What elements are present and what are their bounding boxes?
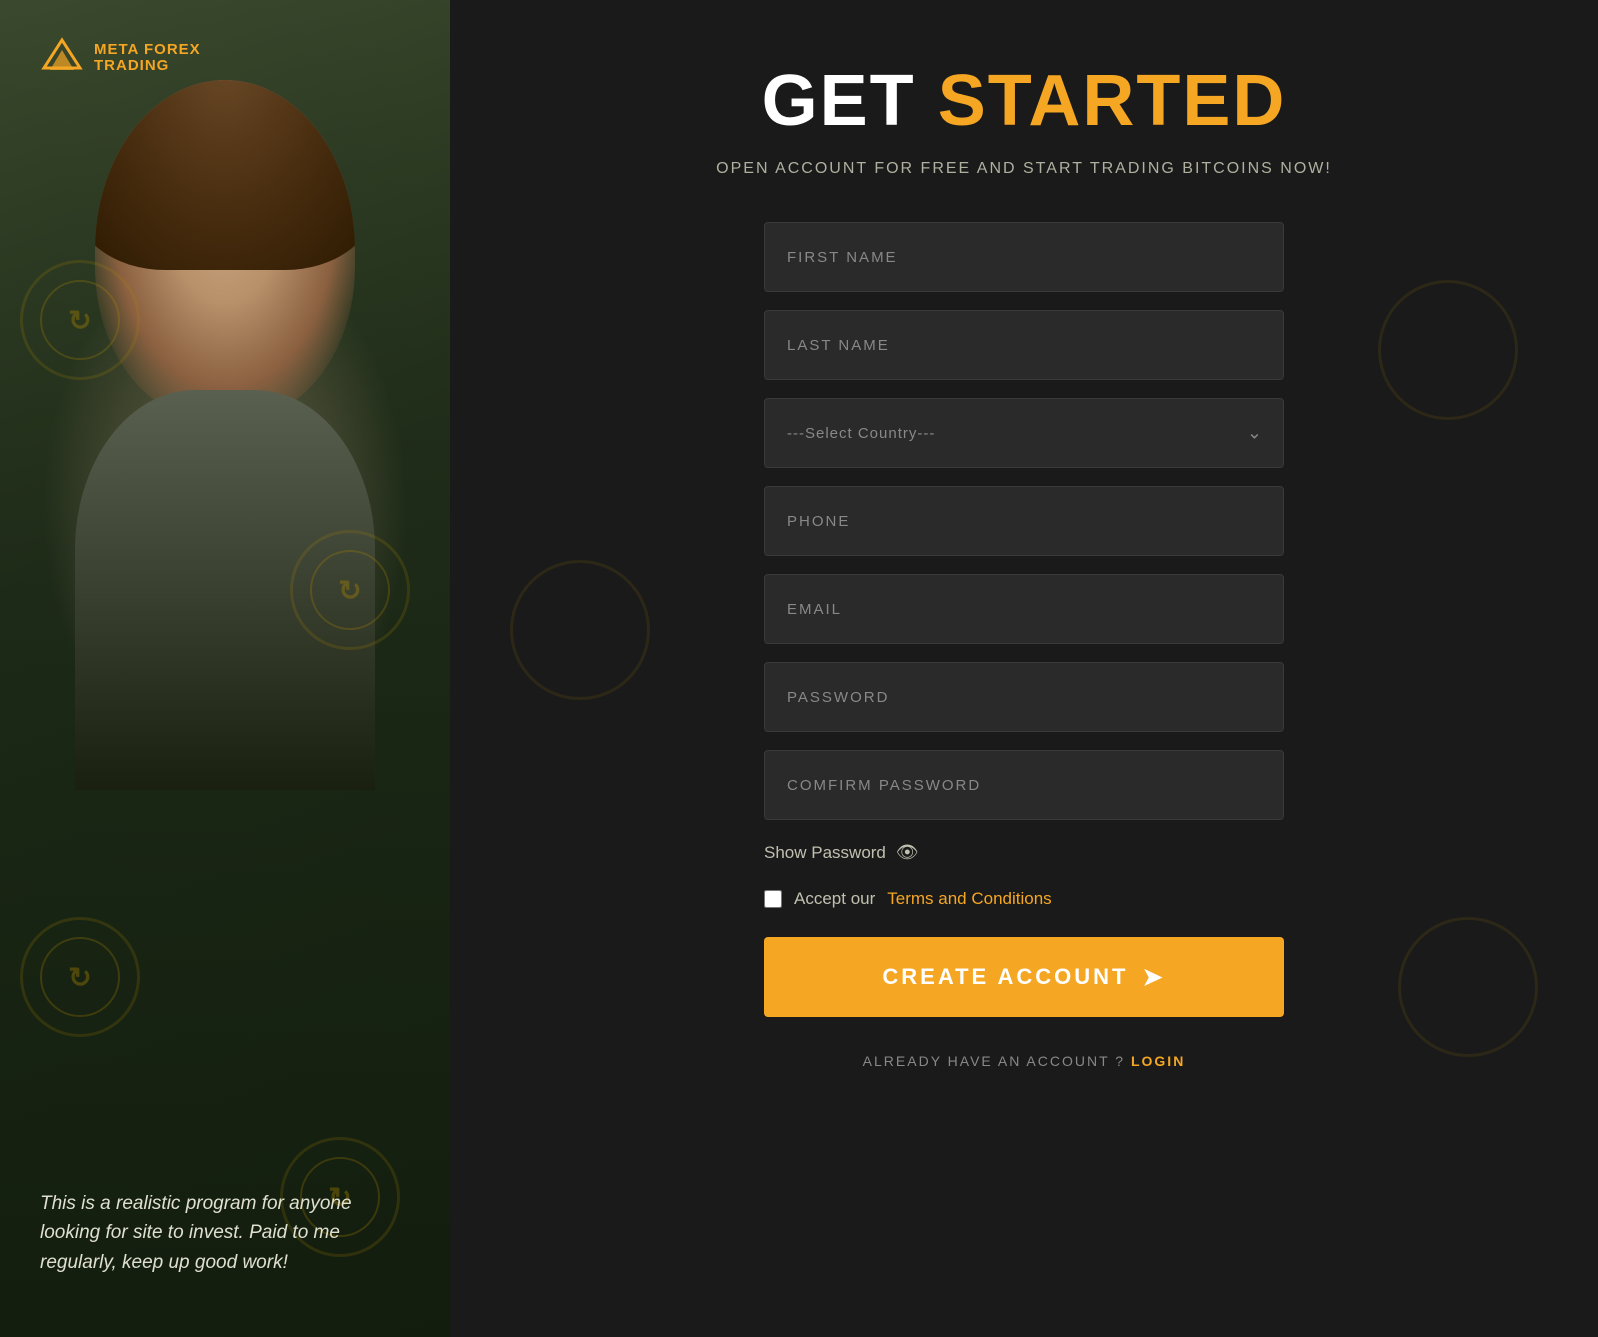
logo-text: META FOREX TRADING [94, 42, 201, 75]
phone-input[interactable] [764, 486, 1284, 556]
face [95, 80, 355, 420]
eye-icon[interactable]: 👁 [896, 842, 919, 863]
title-started: STARTED [938, 61, 1287, 141]
already-account-text: ALREADY HAVE AN ACCOUNT ? [863, 1053, 1125, 1069]
left-panel: ↻ ↻ ↻ ↻ META FOREX TRADING This is a rea… [0, 0, 450, 1337]
arrow-right-icon: ➤ [1143, 963, 1166, 992]
confirm-password-input[interactable] [764, 750, 1284, 820]
terms-link[interactable]: Terms and Conditions [887, 889, 1051, 909]
country-wrapper: ---Select Country---United StatesUnited … [764, 398, 1284, 468]
subtitle: OPEN ACCOUNT FOR FREE AND START TRADING … [716, 160, 1332, 178]
page-title: GET STARTED [530, 60, 1518, 142]
create-account-button[interactable]: CREATE ACCOUNT ➤ [764, 937, 1284, 1017]
first-name-input[interactable] [764, 222, 1284, 292]
right-watermark-3 [1398, 917, 1538, 1057]
right-watermark-1 [1378, 280, 1518, 420]
password-input[interactable] [764, 662, 1284, 732]
person-silhouette [65, 60, 385, 840]
person-image [0, 0, 450, 1337]
show-password-row: Show Password 👁 [764, 842, 1284, 863]
watermark-1: ↻ [20, 260, 140, 380]
country-select[interactable]: ---Select Country---United StatesUnited … [764, 398, 1284, 468]
terms-row: Accept our Terms and Conditions [764, 889, 1284, 909]
testimonial: This is a realistic program for anyone l… [40, 1189, 410, 1277]
create-btn-label: CREATE ACCOUNT [882, 964, 1128, 990]
watermark-2: ↻ [290, 530, 410, 650]
watermark-3: ↻ [20, 917, 140, 1037]
terms-checkbox[interactable] [764, 890, 782, 908]
login-link[interactable]: LOGIN [1131, 1053, 1185, 1069]
hair [95, 80, 355, 270]
logo-line1: META FOREX [94, 42, 201, 59]
signup-form: ---Select Country---United StatesUnited … [764, 222, 1284, 1069]
right-panel: GET STARTED OPEN ACCOUNT FOR FREE AND ST… [450, 0, 1598, 1337]
right-watermark-2 [510, 560, 650, 700]
logo-icon [40, 36, 84, 80]
title-get: GET [762, 61, 916, 141]
terms-prefix: Accept our [794, 889, 875, 909]
login-row: ALREADY HAVE AN ACCOUNT ? LOGIN [764, 1053, 1284, 1069]
show-password-label[interactable]: Show Password [764, 843, 886, 863]
logo-line2: TRADING [94, 58, 201, 75]
last-name-input[interactable] [764, 310, 1284, 380]
email-input[interactable] [764, 574, 1284, 644]
logo[interactable]: META FOREX TRADING [40, 36, 201, 80]
